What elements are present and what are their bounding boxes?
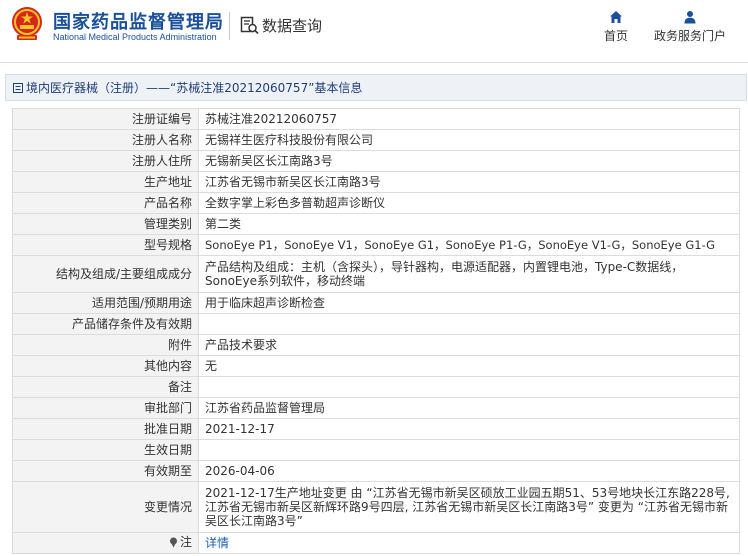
field-label: 批准日期 — [12, 418, 199, 440]
national-emblem-icon — [12, 7, 42, 40]
header-divider — [229, 12, 230, 40]
user-icon — [684, 11, 696, 24]
field-label: 注册人住所 — [12, 150, 199, 172]
header-separator — [0, 62, 748, 63]
field-label: 附件 — [12, 334, 199, 356]
table-row: 注册人住所 无锡新吴区长江南路3号 — [12, 150, 740, 172]
field-value: 全数字掌上彩色多普勒超声诊断仪 — [198, 192, 740, 214]
field-value: 第二类 — [198, 213, 740, 235]
field-value: 2026-04-06 — [198, 460, 740, 482]
nav-gov-service-portal[interactable]: 政务服务门户 — [652, 10, 728, 44]
field-value — [198, 376, 740, 398]
field-value: 产品结构及组成：主机（含探头），导针器构，电源适配器，内置锂电池，Type-C数… — [198, 255, 740, 293]
data-query-icon — [240, 16, 259, 34]
org-name-en: National Medical Products Administration — [53, 32, 217, 42]
list-icon — [13, 82, 23, 93]
table-row: 审批部门 江苏省药品监督管理局 — [12, 397, 740, 419]
pin-icon — [169, 537, 177, 548]
field-label: 注 — [179, 535, 192, 550]
field-label: 适用范围/预期用途 — [12, 292, 199, 314]
database-title: 数据查询 — [240, 14, 322, 36]
note-label-cell: 注 — [12, 532, 199, 554]
field-label: 产品储存条件及有效期 — [12, 313, 199, 335]
table-row: 生产地址 江苏省无锡市新吴区长江南路3号 — [12, 171, 740, 193]
field-value — [198, 313, 740, 335]
field-label: 审批部门 — [12, 397, 199, 419]
field-value: SonoEye P1，SonoEye V1，SonoEye G1，SonoEye… — [198, 234, 740, 256]
field-label: 产品名称 — [12, 192, 199, 214]
table-row: 变更情况 2021-12-17生产地址变更 由 “江苏省无锡市新吴区硕放工业园五… — [12, 481, 740, 533]
note-key: 注 — [169, 535, 192, 549]
detail-table: 注册证编号 苏械注准20212060757 注册人名称 无锡祥生医疗科技股份有限… — [12, 108, 740, 554]
field-label: 结构及组成/主要组成成分 — [12, 255, 199, 293]
details-link[interactable]: 详情 — [205, 536, 229, 550]
field-value: 江苏省药品监督管理局 — [198, 397, 740, 419]
table-row: 产品储存条件及有效期 — [12, 313, 740, 335]
table-row: 注 详情 — [12, 532, 740, 554]
field-value: 苏械注准20212060757 — [198, 108, 740, 130]
field-value: 无锡祥生医疗科技股份有限公司 — [198, 129, 740, 151]
table-row: 附件 产品技术要求 — [12, 334, 740, 356]
field-label: 其他内容 — [12, 355, 199, 377]
table-row: 适用范围/预期用途 用于临床超声诊断检查 — [12, 292, 740, 314]
table-row: 其他内容 无 — [12, 355, 740, 377]
field-value: 无锡新吴区长江南路3号 — [198, 150, 740, 172]
table-row: 产品名称 全数字掌上彩色多普勒超声诊断仪 — [12, 192, 740, 214]
field-value: 江苏省无锡市新吴区长江南路3号 — [198, 171, 740, 193]
field-label: 生效日期 — [12, 439, 199, 461]
breadcrumb-text: 境内医疗器械（注册）——“苏械注准20212060757”基本信息 — [26, 81, 363, 95]
nav-home-label: 首页 — [603, 29, 628, 43]
table-row: 管理类别 第二类 — [12, 213, 740, 235]
site-header: 国家药品监督管理局 National Medical Products Admi… — [0, 0, 748, 62]
breadcrumb: 境内医疗器械（注册）——“苏械注准20212060757”基本信息 — [5, 74, 747, 101]
field-value: 用于临床超声诊断检查 — [198, 292, 740, 314]
table-row: 有效期至 2026-04-06 — [12, 460, 740, 482]
table-row: 结构及组成/主要组成成分 产品结构及组成：主机（含探头），导针器构，电源适配器，… — [12, 255, 740, 293]
table-row: 备注 — [12, 376, 740, 398]
table-row: 批准日期 2021-12-17 — [12, 418, 740, 440]
table-row: 型号规格 SonoEye P1，SonoEye V1，SonoEye G1，So… — [12, 234, 740, 256]
field-label: 变更情况 — [12, 481, 199, 533]
field-value: 无 — [198, 355, 740, 377]
table-row: 注册证编号 苏械注准20212060757 — [12, 108, 740, 130]
table-row: 生效日期 — [12, 439, 740, 461]
home-icon — [610, 11, 622, 23]
field-value: 2021-12-17生产地址变更 由 “江苏省无锡市新吴区硕放工业园五期51、5… — [198, 481, 740, 533]
nav-home[interactable]: 首页 — [598, 10, 634, 44]
field-value: 产品技术要求 — [198, 334, 740, 356]
table-row: 注册人名称 无锡祥生医疗科技股份有限公司 — [12, 129, 740, 151]
org-name-cn: 国家药品监督管理局 — [53, 12, 224, 33]
field-label: 生产地址 — [12, 171, 199, 193]
details-link-cell: 详情 — [198, 532, 740, 554]
field-label: 有效期至 — [12, 460, 199, 482]
field-value — [198, 439, 740, 461]
field-value: 2021-12-17 — [198, 418, 740, 440]
field-label: 注册证编号 — [12, 108, 199, 130]
field-label: 备注 — [12, 376, 199, 398]
field-label: 注册人名称 — [12, 129, 199, 151]
database-title-text: 数据查询 — [262, 16, 323, 35]
nav-gov-label: 政务服务门户 — [653, 29, 726, 43]
field-label: 管理类别 — [12, 213, 199, 235]
field-label: 型号规格 — [12, 234, 199, 256]
